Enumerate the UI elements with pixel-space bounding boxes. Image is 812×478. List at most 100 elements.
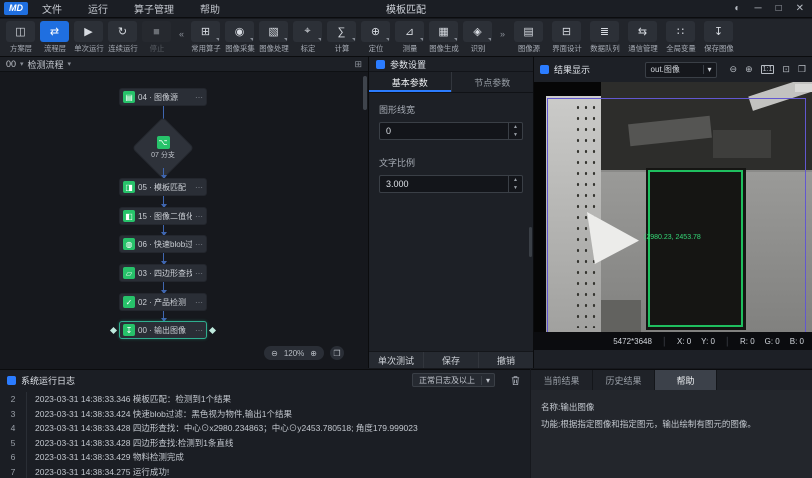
tab-basic-params[interactable]: 基本参数: [369, 72, 451, 92]
save-image-button[interactable]: ↧ 保存图像: [700, 21, 737, 54]
more-icon[interactable]: ⋯: [195, 93, 203, 102]
menu-file[interactable]: 文件: [42, 1, 62, 16]
camera-image-viewport[interactable]: (2980.23, 2453.78 5472*3648 │ X: 0 Y: 0 …: [534, 82, 812, 350]
locate-button[interactable]: ⊕ 定位: [359, 21, 392, 54]
flow-node-branch[interactable]: ⌥ 07 分支: [141, 126, 185, 170]
common-operators-button[interactable]: ⊞ 常用算子: [189, 21, 222, 54]
result-panel-icon: [540, 65, 549, 74]
more-icon[interactable]: ⋯: [195, 212, 203, 221]
flow-layer-button[interactable]: ⇄ 流程层: [38, 21, 71, 54]
single-run-button[interactable]: ▶ 单次运行: [72, 21, 105, 54]
help-node-name: 名称:输出图像: [541, 399, 802, 416]
recognition-button[interactable]: ◈ 识别: [461, 21, 494, 54]
log-title: 系统运行日志: [21, 374, 75, 387]
maximize-icon[interactable]: □: [776, 3, 782, 14]
scheme-layer-button[interactable]: ◫ 方案层: [4, 21, 37, 54]
tab-node-params[interactable]: 节点参数: [451, 72, 534, 92]
flow-title[interactable]: 检测流程: [28, 58, 64, 71]
flow-canvas[interactable]: ▤ 04 · 图像源 ⋯ ⌥ 07 分支 ◨ 05 · 模板匹配 ⋯ ◧: [0, 72, 368, 368]
image-generate-button[interactable]: ▦ 图像生成: [427, 21, 460, 54]
grid-view-icon[interactable]: ⊞: [354, 59, 362, 70]
calibration-button[interactable]: ⌖ 标定: [291, 21, 324, 54]
image-acquire-button[interactable]: ◉ 图像采集: [223, 21, 256, 54]
menu-operator-manage[interactable]: 算子管理: [134, 1, 174, 16]
output-image-node-icon: ↧: [123, 324, 135, 336]
param-panel: 参数设置 基本参数 节点参数 图形线宽 0 ▲ ▼ 文字比例 3.000 ▲ ▼: [369, 57, 533, 368]
comm-manage-button[interactable]: ⇆ 通信管理: [624, 21, 661, 54]
line-width-stepper[interactable]: ▲ ▼: [508, 123, 522, 139]
collapse-left-icon[interactable]: «: [179, 29, 184, 39]
flow-index[interactable]: 00: [6, 59, 16, 69]
line-width-input[interactable]: 0 ▲ ▼: [379, 122, 523, 140]
clear-log-button[interactable]: [508, 373, 523, 388]
more-icon[interactable]: ⋯: [195, 298, 203, 307]
fit-view-icon[interactable]: ❒: [330, 346, 344, 360]
image-process-button[interactable]: ▧ 图像处理: [257, 21, 290, 54]
more-icon[interactable]: ⋯: [195, 183, 203, 192]
measure-button[interactable]: ⊿ 测量: [393, 21, 426, 54]
ui-design-button[interactable]: ⊟ 界面设计: [548, 21, 585, 54]
param-scrollbar[interactable]: [529, 227, 532, 257]
chevron-down-icon[interactable]: ▾: [68, 60, 72, 68]
flow-node-blob-filter[interactable]: ◍ 06 · 快速blob过滤 ⋯: [119, 235, 207, 253]
close-icon[interactable]: ✕: [796, 3, 804, 14]
fit-image-icon[interactable]: ⊡: [782, 64, 790, 75]
line-width-label: 图形线宽: [379, 103, 523, 116]
undo-button[interactable]: 撤销: [478, 352, 533, 368]
single-test-button[interactable]: 单次测试: [369, 352, 423, 368]
flow-scrollbar[interactable]: [363, 76, 367, 110]
image-source-button[interactable]: ▤ 图像源: [510, 21, 547, 54]
fullscreen-icon[interactable]: ❒: [798, 64, 806, 75]
data-queue-button[interactable]: ≣ 数据队列: [586, 21, 623, 54]
stop-button: ■ 停止: [140, 21, 173, 54]
window-controls: ◐ ─ □ ✕: [734, 3, 812, 14]
theme-icon[interactable]: ◐: [734, 3, 740, 14]
log-header: 系统运行日志 正常日志及以上 ▾: [0, 370, 530, 390]
more-icon[interactable]: ⋯: [195, 240, 203, 249]
flow-node-template-match[interactable]: ◨ 05 · 模板匹配 ⋯: [119, 178, 207, 196]
log-level-select[interactable]: 正常日志及以上 ▾: [412, 373, 495, 387]
spin-down-icon[interactable]: ▼: [509, 184, 522, 192]
collapse-right-icon[interactable]: »: [500, 29, 505, 39]
global-var-button[interactable]: ∷ 全局变量: [662, 21, 699, 54]
menu-run[interactable]: 运行: [88, 1, 108, 16]
menu-help[interactable]: 帮助: [200, 1, 220, 16]
cursor-x: X: 0: [677, 337, 691, 346]
flow-node-output-image[interactable]: ↧ 00 · 输出图像 ⋯: [119, 321, 207, 339]
continuous-run-button[interactable]: ↻ 连续运行: [106, 21, 139, 54]
flow-node-binarize[interactable]: ◧ 15 · 图像二值化 ⋯: [119, 207, 207, 225]
spin-up-icon[interactable]: ▲: [509, 123, 522, 131]
tab-help[interactable]: 帮助: [655, 370, 717, 390]
ui-design-icon: ⊟: [562, 25, 571, 38]
text-scale-input[interactable]: 3.000 ▲ ▼: [379, 175, 523, 193]
menu-bar: 文件 运行 算子管理 帮助: [42, 1, 220, 16]
measure-icon: ⊿: [405, 25, 414, 38]
zoom-in-icon[interactable]: ⊕: [310, 349, 317, 358]
tab-history-result[interactable]: 历史结果: [593, 370, 655, 390]
flow-node-product-check[interactable]: ✓ 02 · 产品检测 ⋯: [119, 293, 207, 311]
help-node-function: 功能:根据指定图像和指定图元，输出绘制有图元的图像。: [541, 416, 802, 433]
minimize-icon[interactable]: ─: [754, 3, 761, 14]
zoom-out-icon[interactable]: ⊖: [271, 349, 278, 358]
more-icon[interactable]: ⋯: [195, 269, 203, 278]
output-select[interactable]: out.图像 ▾: [645, 62, 717, 78]
app-window: MD 文件 运行 算子管理 帮助 模板匹配 ◐ ─ □ ✕ ◫ 方案层 ⇄ 流程…: [0, 0, 812, 478]
continuous-run-icon: ↻: [118, 25, 127, 38]
zoom-in-icon[interactable]: ⊕: [745, 64, 753, 75]
binarize-node-icon: ◧: [123, 210, 135, 222]
chevron-down-icon[interactable]: ▾: [20, 60, 24, 68]
tab-current-result[interactable]: 当前结果: [531, 370, 593, 390]
trash-icon: [510, 375, 521, 386]
flow-node-image-source[interactable]: ▤ 04 · 图像源 ⋯: [119, 88, 207, 106]
one-to-one-icon[interactable]: 1:1: [761, 65, 775, 74]
save-button[interactable]: 保存: [423, 352, 478, 368]
spin-down-icon[interactable]: ▼: [509, 131, 522, 139]
spin-up-icon[interactable]: ▲: [509, 176, 522, 184]
flow-node-quad-find[interactable]: ▱ 03 · 四边形查找 ⋯: [119, 264, 207, 282]
log-rows[interactable]: 2 2023-03-31 14:38:33.346 模板匹配：检测到1个结果 3…: [0, 392, 530, 478]
text-scale-stepper[interactable]: ▲ ▼: [508, 176, 522, 192]
flow-connector: [163, 311, 164, 321]
calculate-button[interactable]: ∑ 计算: [325, 21, 358, 54]
more-icon[interactable]: ⋯: [195, 326, 203, 335]
zoom-out-icon[interactable]: ⊖: [730, 64, 738, 75]
